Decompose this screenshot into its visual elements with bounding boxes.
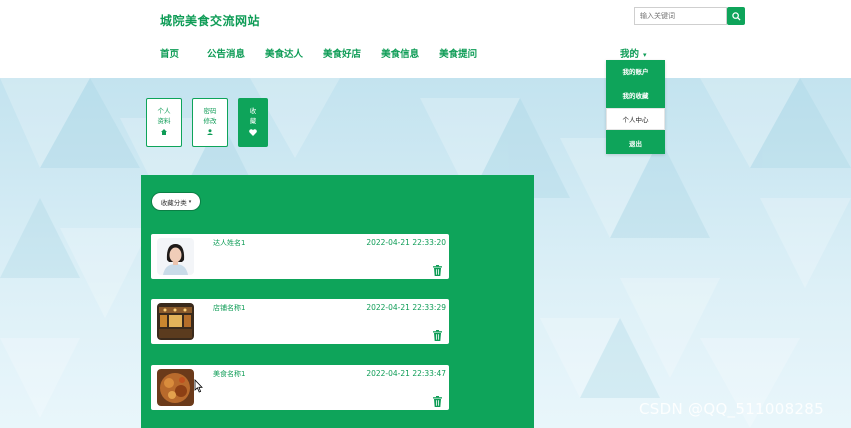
sidebar-item-profile[interactable]: 个人 资料	[146, 98, 182, 147]
nav-home[interactable]: 首页	[160, 46, 179, 60]
sidebar-favorites-label: 收 藏	[249, 107, 257, 125]
portrait-thumbnail[interactable]	[157, 238, 194, 275]
chevron-down-icon: ▾	[643, 50, 647, 59]
watermark-text: CSDN @QQ_511008285	[639, 400, 824, 418]
nav-experts[interactable]: 美食达人	[265, 46, 303, 60]
food-thumbnail[interactable]	[157, 369, 194, 406]
trash-icon[interactable]	[433, 392, 442, 411]
search-input[interactable]	[634, 7, 727, 25]
nav-mine[interactable]: 我的 ▾	[620, 46, 647, 60]
sidebar-item-label: 个人 资料	[147, 106, 181, 126]
mine-dropdown-menu: 我的账户 我的收藏 个人中心 退出	[606, 60, 665, 154]
chevron-down-icon: ▾	[188, 198, 192, 205]
store-thumbnail[interactable]	[157, 303, 194, 340]
home-icon	[147, 129, 181, 135]
menu-item-my-favorites[interactable]: 我的收藏	[606, 84, 665, 106]
sidebar-item-label: 收 藏	[239, 106, 267, 126]
favorite-category-dropdown[interactable]: 收藏分类 ▾	[151, 192, 201, 211]
menu-item-logout[interactable]: 退出	[606, 132, 665, 154]
favorite-item-time: 2022-04-21 22:33:29	[366, 303, 446, 312]
site-header: 城院美食交流网站 首页 公告消息 美食达人 美食好店 美食信息 美食提问 我的▾	[0, 0, 851, 78]
sidebar-profile-label: 个人 资料	[157, 107, 171, 125]
nav-questions[interactable]: 美食提问	[439, 46, 477, 60]
sidebar-item-password[interactable]: 密码 修改	[192, 98, 228, 147]
sidebar-item-label: 密码 修改	[193, 106, 227, 126]
favorite-item[interactable]: 店铺名称1 2022-04-21 22:33:29	[151, 299, 449, 344]
heart-icon	[239, 129, 267, 136]
nav-stores[interactable]: 美食好店	[323, 46, 361, 60]
site-title[interactable]: 城院美食交流网站	[160, 12, 260, 29]
nav-announcements[interactable]: 公告消息	[207, 46, 245, 60]
favorite-item-time: 2022-04-21 22:33:20	[366, 238, 446, 247]
main-nav: 首页 公告消息 美食达人 美食好店 美食信息 美食提问	[160, 46, 497, 60]
sidebar-item-favorites[interactable]: 收 藏	[238, 98, 268, 147]
trash-icon[interactable]	[433, 261, 442, 280]
favorite-item[interactable]: 达人姓名1 2022-04-21 22:33:20	[151, 234, 449, 279]
nav-food-info[interactable]: 美食信息	[381, 46, 419, 60]
search-button[interactable]	[727, 7, 745, 25]
favorite-category-label: 收藏分类	[160, 198, 187, 207]
favorite-item-name: 美食名称1	[213, 370, 246, 378]
menu-item-my-account[interactable]: 我的账户	[606, 60, 665, 82]
search-icon	[731, 11, 741, 21]
sidebar-password-label: 密码 修改	[203, 107, 217, 125]
favorite-item-time: 2022-04-21 22:33:47	[366, 369, 446, 378]
nav-mine-label: 我的	[620, 49, 640, 60]
user-icon	[193, 129, 227, 135]
favorite-item-name: 店铺名称1	[213, 304, 246, 312]
favorite-item-name: 达人姓名1	[213, 239, 246, 247]
mouse-cursor-icon	[194, 379, 203, 393]
trash-icon[interactable]	[433, 326, 442, 345]
menu-item-personal-center[interactable]: 个人中心	[606, 108, 665, 130]
